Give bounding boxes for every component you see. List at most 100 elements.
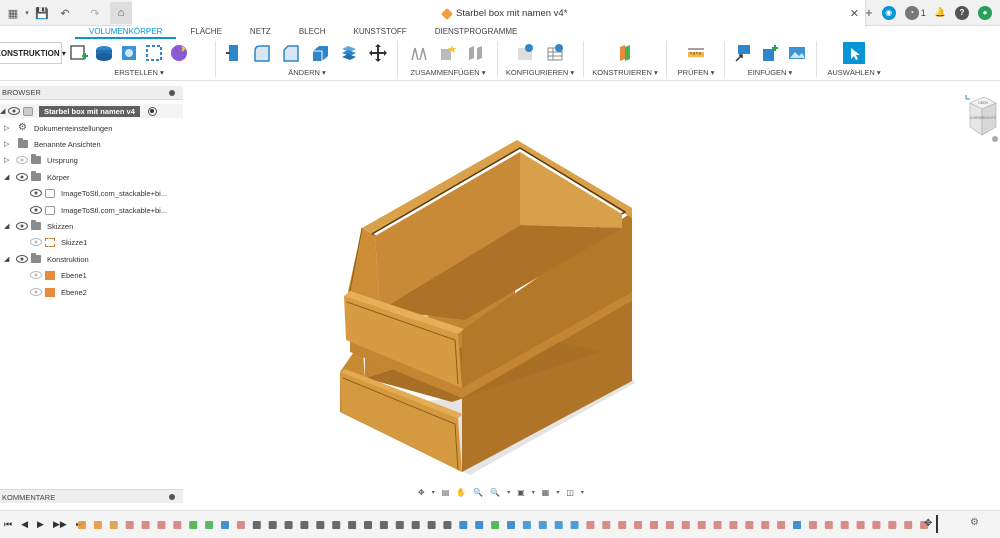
timeline-feature[interactable] [618, 521, 627, 529]
collapse-arrow-icon[interactable]: ◢ [4, 255, 12, 263]
timeline-feature[interactable] [856, 521, 865, 529]
zoom-dropdown-icon[interactable]: ▾ [507, 489, 510, 496]
tree-item-dokumenteinstellungen[interactable]: ▷ ⚙ Dokumenteinstellungen [4, 121, 112, 135]
group-label-erstellen[interactable]: ERSTELLEN ▾ [68, 68, 210, 77]
timeline-feature[interactable] [93, 521, 102, 529]
insert-canvas-icon[interactable] [786, 42, 808, 64]
workspace-switcher[interactable]: KONSTRUKTION ▾ [0, 42, 66, 64]
visibility-eye-off-icon[interactable] [16, 156, 28, 164]
timeline-feature[interactable] [157, 521, 166, 529]
timeline-feature[interactable] [284, 521, 293, 529]
display-settings-icon[interactable]: ▣ [517, 488, 525, 497]
visibility-eye-icon[interactable] [16, 255, 28, 263]
tree-item-skizzen[interactable]: ◢ Skizzen [4, 219, 73, 233]
timeline-feature[interactable] [252, 521, 261, 529]
visibility-eye-off-icon[interactable] [30, 288, 42, 296]
group-label-auswaehlen[interactable]: AUSWÄHLEN ▾ [822, 68, 886, 77]
timeline-feature[interactable] [745, 521, 754, 529]
user-avatar[interactable]: ● [978, 5, 992, 20]
timeline-feature[interactable] [379, 521, 388, 529]
timeline-feature[interactable] [681, 521, 690, 529]
timeline-features[interactable] [76, 519, 934, 531]
timeline-marker[interactable] [936, 515, 938, 533]
timeline-feature[interactable] [602, 521, 611, 529]
visibility-eye-icon[interactable] [16, 222, 28, 230]
visibility-eye-icon[interactable] [8, 107, 20, 115]
comments-header[interactable]: KOMMENTARE [0, 489, 183, 503]
timeline-feature[interactable] [634, 521, 643, 529]
expand-arrow-icon[interactable]: ▷ [4, 140, 12, 148]
timeline-feature[interactable] [761, 521, 770, 529]
file-dropdown-icon[interactable]: ▾ [20, 6, 34, 20]
pan-icon[interactable]: ✋ [456, 488, 466, 497]
zoom-window-icon[interactable]: 🔍 [490, 488, 500, 497]
group-label-zusammenfuegen[interactable]: ZUSAMMENFÜGEN ▾ [404, 68, 492, 77]
timeline-feature[interactable] [125, 521, 134, 529]
extensions-icon[interactable]: ◉ [881, 5, 896, 20]
model-viewport[interactable] [185, 82, 1000, 506]
timeline-feature[interactable] [650, 521, 658, 529]
visibility-eye-icon[interactable] [16, 173, 28, 181]
timeline-feature[interactable] [697, 521, 706, 529]
configure-icon[interactable] [514, 42, 536, 64]
timeline-feature[interactable] [332, 521, 341, 529]
tree-item-ebene1[interactable]: Ebene1 [30, 268, 87, 282]
visibility-eye-off-icon[interactable] [30, 238, 42, 246]
tab-netz[interactable]: NETZ [236, 27, 285, 39]
zoom-icon[interactable]: 🔍 [473, 488, 483, 497]
document-tab[interactable]: Starbel box mit namen v4* ✕ [132, 0, 866, 27]
as-built-joint-icon[interactable] [465, 42, 487, 64]
timeline-feature[interactable] [205, 521, 214, 529]
step-forward-icon[interactable]: ▶▶ [53, 519, 67, 530]
grid-dropdown-icon[interactable]: ▾ [556, 489, 559, 496]
group-label-konstruieren[interactable]: KONSTRUIEREN ▾ [589, 68, 661, 77]
go-to-start-icon[interactable]: ⏮ [4, 519, 12, 530]
configuration-table-icon[interactable] [544, 42, 566, 64]
tree-item-konstruktion[interactable]: ◢ Konstruktion [4, 252, 89, 266]
browser-collapse-icon[interactable] [169, 90, 175, 96]
home-icon[interactable]: ⌂ [110, 2, 132, 24]
viewcube-home-icon[interactable] [992, 136, 998, 142]
timeline-feature[interactable] [443, 521, 452, 529]
notifications-icon[interactable]: 🔔 [935, 7, 946, 18]
timeline-feature[interactable] [824, 521, 833, 529]
timeline-feature[interactable] [491, 521, 500, 529]
comments-add-icon[interactable] [169, 494, 175, 500]
group-label-pruefen[interactable]: PRÜFEN ▾ [672, 68, 720, 77]
press-pull-icon[interactable] [222, 42, 244, 64]
undo-icon[interactable]: ↶ [58, 6, 72, 20]
measure-icon[interactable] [685, 42, 707, 64]
timeline-feature[interactable] [570, 521, 579, 529]
extrude-icon[interactable] [93, 42, 115, 64]
timeline-feature[interactable] [507, 521, 515, 529]
move-copy-icon[interactable] [367, 42, 389, 64]
fillet-icon[interactable] [251, 42, 273, 64]
timeline-feature[interactable] [364, 521, 372, 529]
tree-root[interactable]: ◢ Starbel box mit namen v4 [0, 104, 183, 118]
timeline-feature[interactable] [777, 521, 786, 529]
timeline-feature[interactable] [522, 521, 531, 529]
visibility-eye-icon[interactable] [30, 206, 42, 214]
create-form-icon[interactable] [168, 42, 190, 64]
offset-plane-icon[interactable] [614, 42, 636, 64]
tree-item-skizze1[interactable]: Skizze1 [30, 235, 87, 249]
timeline-feature[interactable] [729, 521, 738, 529]
chamfer-icon[interactable] [280, 42, 302, 64]
expand-arrow-icon[interactable]: ▷ [4, 156, 12, 164]
timeline-feature[interactable] [189, 521, 198, 529]
timeline-feature[interactable] [348, 521, 357, 529]
timeline-feature[interactable] [538, 521, 547, 529]
timeline-feature[interactable] [411, 521, 420, 529]
sweep-icon[interactable] [143, 42, 165, 64]
expand-arrow-icon[interactable]: ◢ [0, 107, 8, 115]
timeline-feature[interactable] [395, 521, 404, 529]
view-cube[interactable]: OBEN VORNE RECHTS [964, 95, 998, 143]
timeline-feature[interactable] [173, 521, 182, 529]
job-status[interactable]: ◔ 1 [904, 5, 926, 20]
tab-flaeche[interactable]: FLÄCHE [176, 27, 236, 39]
tree-item-koerper[interactable]: ◢ Körper [4, 170, 70, 184]
timeline-feature[interactable] [793, 521, 801, 529]
timeline-feature[interactable] [904, 521, 913, 529]
tree-item-body-2[interactable]: ImageToStl.com_stackable+bi... [30, 203, 167, 217]
visibility-eye-icon[interactable] [30, 189, 42, 197]
